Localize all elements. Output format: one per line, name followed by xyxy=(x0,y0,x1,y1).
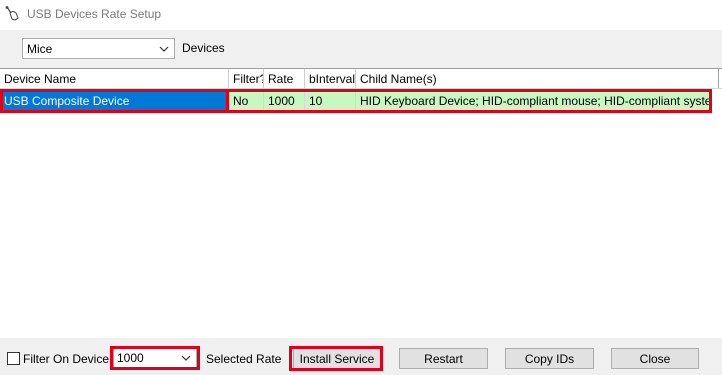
column-binterval[interactable]: bInterval xyxy=(305,69,356,88)
cell-binterval: 10 xyxy=(305,91,356,110)
list-header: Device Name Filter? Rate bInterval Child… xyxy=(0,69,722,89)
column-child-names[interactable]: Child Name(s) xyxy=(356,69,719,88)
chevron-down-icon xyxy=(181,355,191,361)
cell-rate: 1000 xyxy=(264,91,305,110)
cell-child-names: HID Keyboard Device; HID-compliant mouse… xyxy=(356,91,710,110)
close-button[interactable]: Close xyxy=(611,348,699,369)
filter-on-device-checkbox[interactable] xyxy=(7,352,20,365)
rate-dropdown[interactable]: 1000 xyxy=(113,348,197,368)
filter-on-device-label: Filter On Device xyxy=(23,352,110,366)
column-filter[interactable]: Filter? xyxy=(229,69,264,88)
chevron-down-icon xyxy=(159,46,169,52)
devices-label: Devices xyxy=(182,41,225,55)
column-device-name[interactable]: Device Name xyxy=(0,69,229,88)
usb-mouse-icon xyxy=(5,6,19,21)
selected-rate-label: Selected Rate xyxy=(206,352,282,366)
table-row[interactable]: USB Composite Device No 1000 10 HID Keyb… xyxy=(0,91,722,110)
rate-value: 1000 xyxy=(117,351,144,365)
device-list[interactable]: Device Name Filter? Rate bInterval Child… xyxy=(0,68,722,338)
cell-filter: No xyxy=(229,91,264,110)
title-bar: USB Devices Rate Setup xyxy=(0,0,722,30)
device-type-dropdown[interactable]: Mice xyxy=(22,38,175,59)
window-title: USB Devices Rate Setup xyxy=(27,7,162,21)
copy-ids-button[interactable]: Copy IDs xyxy=(505,348,594,369)
install-service-button[interactable]: Install Service xyxy=(293,348,381,369)
cell-device-name: USB Composite Device xyxy=(0,91,229,110)
restart-button[interactable]: Restart xyxy=(399,348,488,369)
device-type-value: Mice xyxy=(27,42,53,56)
column-rate[interactable]: Rate xyxy=(264,69,305,88)
